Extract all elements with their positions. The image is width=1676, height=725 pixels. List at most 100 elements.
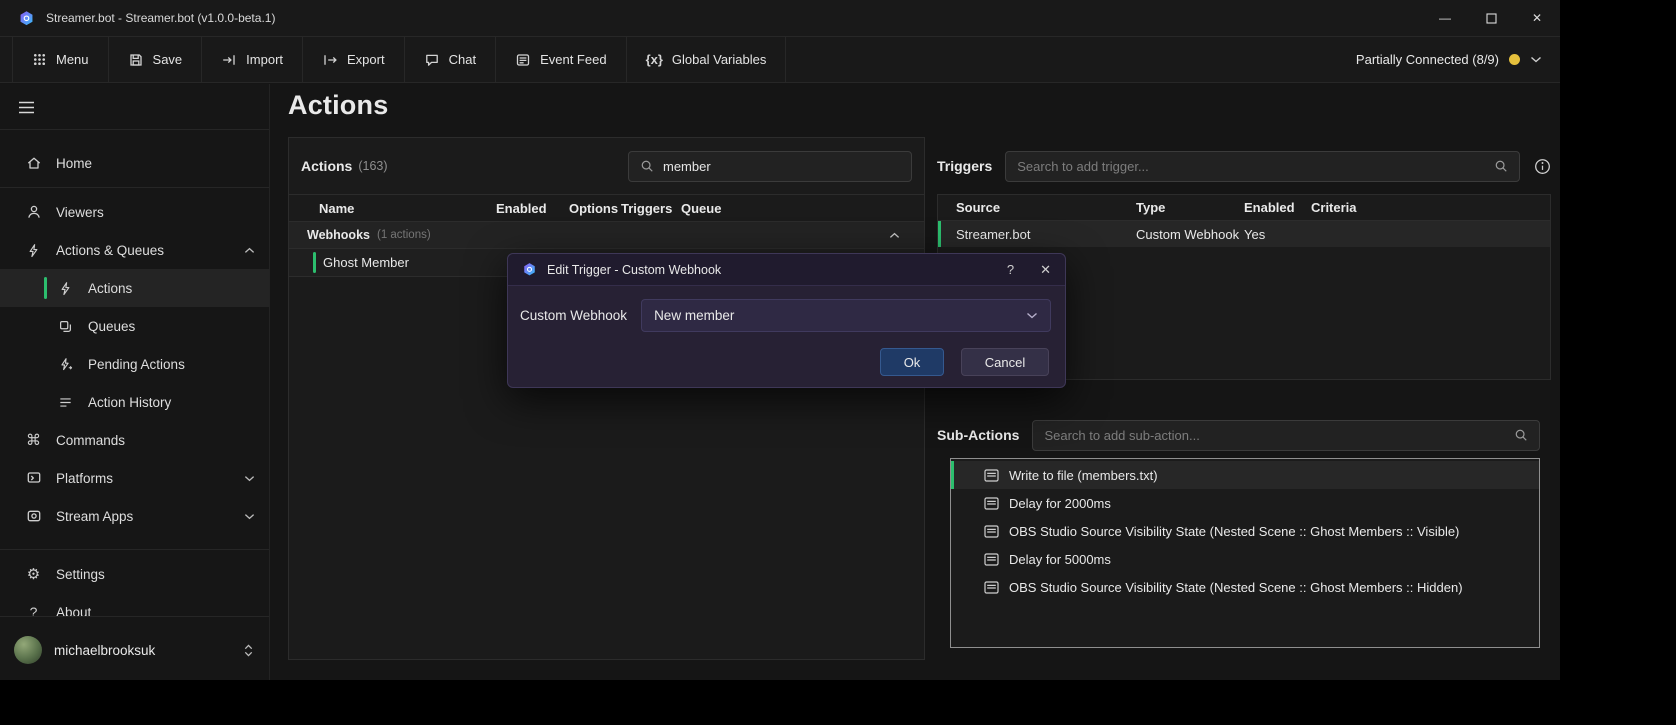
column-header-type: Type — [1136, 200, 1166, 215]
trigger-type: Custom Webhook — [1136, 226, 1240, 242]
sidebar-item-about[interactable]: ? About — [0, 593, 269, 631]
sidebar-item-actions[interactable]: Actions — [0, 269, 269, 307]
subactions-header: Sub-Actions — [937, 419, 1551, 451]
sidebar-divider — [0, 616, 269, 617]
search-icon — [1514, 428, 1528, 442]
event-feed-label: Event Feed — [540, 52, 607, 67]
subaction-row[interactable]: OBS Studio Source Visibility State (Nest… — [951, 573, 1539, 601]
sidebar-item-label: Settings — [56, 566, 105, 582]
sidebar-divider — [0, 549, 269, 550]
action-name: Ghost Member — [323, 255, 409, 270]
sidebar-item-label: Actions & Queues — [56, 242, 165, 258]
commands-icon: ⌘ — [26, 432, 41, 449]
save-button[interactable]: Save — [109, 37, 203, 82]
subactions-list: Write to file (members.txt) Delay for 20… — [950, 458, 1540, 648]
actions-search-input[interactable] — [663, 158, 900, 174]
help-icon[interactable]: ? — [1007, 263, 1014, 276]
app-logo-icon — [522, 262, 537, 277]
hamburger-icon — [18, 101, 35, 114]
subaction-row[interactable]: Delay for 5000ms — [951, 545, 1539, 573]
subaction-row[interactable]: Delay for 2000ms — [951, 489, 1539, 517]
sidebar-item-actions-queues[interactable]: Actions & Queues — [0, 231, 269, 269]
question-icon: ? — [29, 604, 38, 620]
trigger-source: Streamer.bot — [956, 226, 1031, 242]
sidebar-item-viewers[interactable]: Viewers — [0, 193, 269, 231]
sidebar-item-action-history[interactable]: Action History — [0, 383, 269, 421]
sidebar-item-label: Action History — [88, 394, 172, 410]
edit-trigger-dialog: Edit Trigger - Custom Webhook ? ✕ Custom… — [507, 253, 1066, 388]
custom-webhook-label: Custom Webhook — [520, 308, 628, 323]
triggers-table-header: Source Type Enabled Criteria — [938, 195, 1550, 221]
minimize-icon: — — [1439, 11, 1451, 25]
chat-button[interactable]: Chat — [405, 37, 497, 82]
group-count: (1 actions) — [376, 229, 431, 241]
subaction-card-icon — [984, 468, 999, 482]
sidebar-item-commands[interactable]: ⌘ Commands — [0, 421, 269, 459]
event-feed-icon — [515, 52, 531, 68]
triggers-search-box — [1005, 150, 1520, 182]
chevron-down-icon — [244, 513, 255, 520]
column-header-queue: Queue — [681, 200, 722, 216]
column-header-source: Source — [956, 200, 1001, 215]
ok-button[interactable]: Ok — [880, 348, 944, 376]
subaction-label: OBS Studio Source Visibility State (Nest… — [1009, 523, 1460, 539]
export-button[interactable]: Export — [303, 37, 405, 82]
sidebar-item-platforms[interactable]: Platforms — [0, 459, 269, 497]
group-name: Webhooks — [307, 228, 370, 242]
connection-status[interactable]: Partially Connected (8/9) — [1356, 37, 1560, 82]
dialog-titlebar-actions: ? ✕ — [1007, 263, 1051, 276]
subaction-card-icon — [984, 524, 999, 538]
subaction-label: Delay for 2000ms — [1009, 495, 1111, 511]
cancel-button[interactable]: Cancel — [961, 348, 1049, 376]
platforms-icon — [25, 470, 42, 487]
sidebar-item-label: Pending Actions — [88, 356, 185, 372]
event-feed-button[interactable]: Event Feed — [496, 37, 627, 82]
chevron-up-icon — [889, 232, 900, 239]
subaction-row[interactable]: Write to file (members.txt) — [951, 461, 1539, 489]
subaction-card-icon — [984, 496, 999, 510]
app-window: Streamer.bot - Streamer.bot (v1.0.0-beta… — [0, 0, 1560, 680]
webhook-select[interactable]: New member — [641, 299, 1051, 332]
chevron-up-down-icon — [243, 643, 254, 658]
subactions-search-input[interactable] — [1044, 427, 1505, 443]
chevron-up-icon — [244, 247, 255, 254]
sidebar-divider — [0, 129, 269, 130]
sidebar-item-label: Queues — [88, 318, 136, 334]
ok-button-label: Ok — [903, 354, 921, 370]
export-icon — [322, 52, 338, 68]
sidebar-item-stream-apps[interactable]: Stream Apps — [0, 497, 269, 535]
info-icon[interactable] — [1534, 158, 1551, 175]
triggers-search-input[interactable] — [1017, 158, 1485, 174]
window-title: Streamer.bot - Streamer.bot (v1.0.0-beta… — [46, 11, 276, 25]
app-logo-icon — [18, 10, 35, 27]
actions-table-header: Name Enabled Options Triggers Queue — [289, 194, 924, 222]
user-account-button[interactable]: michaelbrooksuk — [0, 630, 270, 670]
menu-button[interactable]: Menu — [12, 37, 109, 82]
grid-menu-icon — [32, 52, 47, 67]
sidebar-item-settings[interactable]: ⚙ Settings — [0, 555, 269, 593]
avatar — [14, 636, 42, 664]
column-header-name: Name — [319, 200, 355, 216]
sidebar-item-pending-actions[interactable]: Pending Actions — [0, 345, 269, 383]
maximize-button[interactable] — [1468, 0, 1514, 36]
minimize-button[interactable]: — — [1422, 0, 1468, 36]
chevron-down-icon — [244, 475, 255, 482]
trigger-row[interactable]: Streamer.bot Custom Webhook Yes — [938, 221, 1550, 247]
sidebar-item-label: Stream Apps — [56, 508, 134, 524]
sidebar-item-home[interactable]: Home — [0, 144, 269, 182]
cancel-button-label: Cancel — [984, 354, 1026, 370]
triggers-header: Triggers — [937, 150, 1551, 182]
subaction-card-icon — [984, 552, 999, 566]
subaction-row[interactable]: OBS Studio Source Visibility State (Nest… — [951, 517, 1539, 545]
menu-label: Menu — [56, 52, 89, 67]
global-variables-button[interactable]: {x} Global Variables — [627, 37, 787, 82]
sidebar-item-label: Actions — [88, 280, 133, 296]
import-button[interactable]: Import — [202, 37, 304, 82]
close-button[interactable]: ✕ — [1514, 0, 1560, 36]
action-group-webhooks[interactable]: Webhooks (1 actions) — [289, 222, 924, 249]
search-icon — [640, 159, 654, 173]
sidebar-item-queues[interactable]: Queues — [0, 307, 269, 345]
sidebar-collapse-button[interactable] — [0, 90, 269, 124]
dialog-footer: Ok Cancel — [508, 332, 1065, 376]
close-icon[interactable]: ✕ — [1040, 263, 1051, 276]
